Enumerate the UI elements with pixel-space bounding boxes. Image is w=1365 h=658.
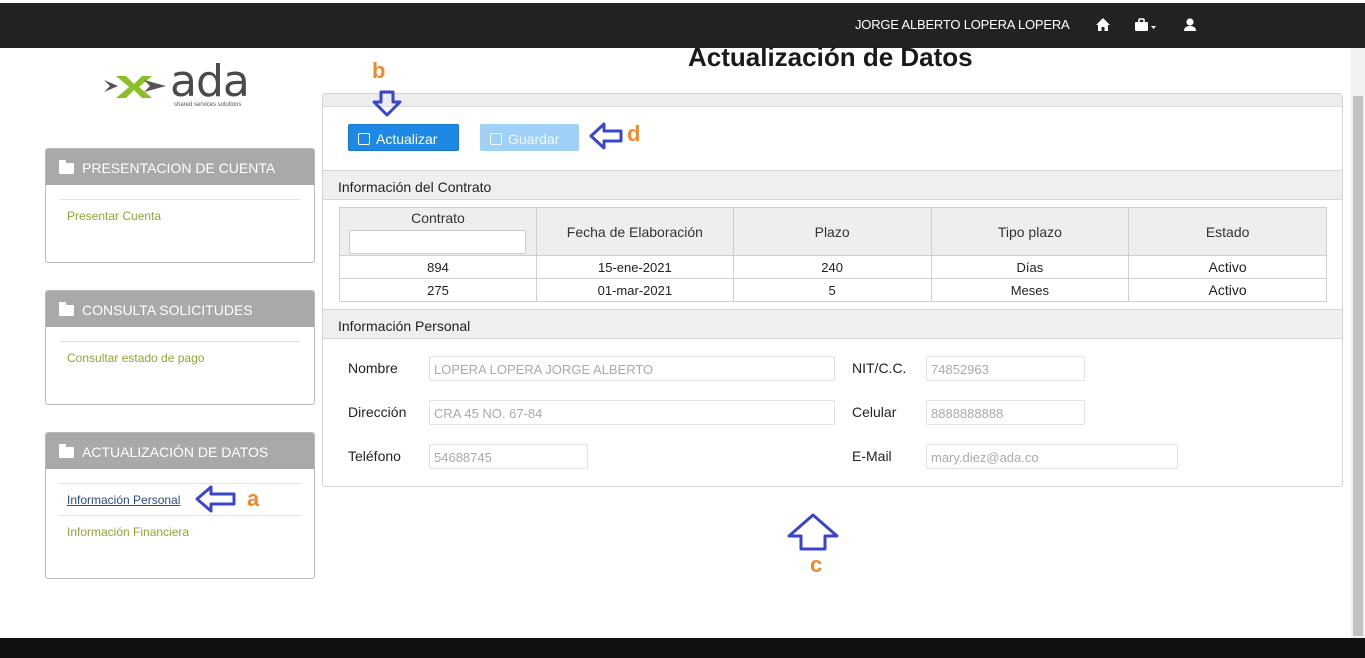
home-icon[interactable] [1094,16,1112,34]
main-panel: Actualizar Guardar Información del Contr… [322,93,1343,487]
table-cell: Activo [1128,278,1327,302]
table-cell: 240 [732,255,932,279]
table-row[interactable]: 275 01-mar-2021 5 Meses Activo [339,278,1327,302]
edit-icon [358,133,370,145]
address-field[interactable]: CRA 45 NO. 67-84 [429,400,835,425]
nit-field[interactable]: 74852963 [926,356,1085,381]
logo-tagline: shared services solutions [174,102,242,108]
page-title: Actualización de Datos [688,42,973,72]
phone-field[interactable]: 54688745 [429,444,588,469]
sidebar-link-consultar-pago[interactable]: Consultar estado de pago [60,341,300,373]
user-name[interactable]: JORGE ALBERTO LOPERA LOPERA [855,17,1070,32]
column-header: Tipo plazo [930,207,1130,256]
panel-presentacion: PRESENTACION DE CUENTA Presentar Cuenta [45,148,315,263]
sidebar-link-presentar-cuenta[interactable]: Presentar Cuenta [60,199,300,231]
name-label: Nombre [348,360,398,376]
update-label: Actualizar [376,131,438,147]
contract-section-header: Información del Contrato [323,170,1342,200]
table-cell: Días [930,255,1130,279]
arrow-down-icon [372,90,402,117]
table-cell: 275 [339,278,537,302]
vertical-scrollbar[interactable] [1351,48,1365,638]
table-row[interactable]: 894 15-ene-2021 240 Días Activo [339,255,1327,279]
scrollbar-thumb[interactable] [1353,96,1363,636]
table-cell: Meses [930,278,1130,302]
ada-logo: ada shared services solutions [104,56,264,112]
logo-word: ada [170,56,250,107]
column-header: Plazo [732,207,932,256]
panel-title: CONSULTA SOLICITUDES [82,302,253,318]
panel-header[interactable]: CONSULTA SOLICITUDES [46,291,314,327]
floppy-disk-icon [490,133,502,145]
sidebar-link-informacion-financiera[interactable]: Información Financiera [60,515,300,547]
name-field[interactable]: LOPERA LOPERA JORGE ALBERTO [429,356,835,381]
user-icon[interactable] [1181,16,1199,34]
table-cell: 5 [732,278,932,302]
mobile-label: Celular [852,404,897,420]
annotation-b: b [372,58,386,83]
bottom-bar [0,638,1365,658]
column-header: Estado [1128,207,1327,256]
personal-section-header: Información Personal [323,309,1342,339]
screen: { "navbar": { "user_name": "JORGE ALBERT… [0,0,1365,658]
column-header: Contrato [339,207,537,256]
save-button[interactable]: Guardar [480,124,579,151]
arrow-left-icon [589,122,623,150]
panel-actualizacion: ACTUALIZACIÓN DE DATOS Información Perso… [45,432,315,579]
nit-label: NIT/C.C. [852,360,907,376]
update-button[interactable]: Actualizar [348,124,459,151]
email-label: E-Mail [852,448,892,464]
save-label: Guardar [508,131,560,147]
table-cell: Activo [1128,255,1327,279]
annotation-d: d [627,121,641,146]
phone-label: Teléfono [348,448,401,464]
arrow-left-icon [195,485,236,513]
panel-title: ACTUALIZACIÓN DE DATOS [82,444,269,460]
folder-icon [59,160,74,174]
annotation-c: c [810,552,823,577]
folder-icon [59,302,74,316]
table-cell: 01-mar-2021 [535,278,734,302]
top-navbar: JORGE ALBERTO LOPERA LOPERA [0,0,1365,48]
address-label: Dirección [348,404,407,420]
mobile-field[interactable]: 8888888888 [926,400,1085,425]
sidebar-link-informacion-personal[interactable]: Información Personal [60,483,300,515]
column-header: Fecha de Elaboración [535,207,734,256]
table-cell: 15-ene-2021 [535,255,734,279]
contract-table: Contrato Fecha de Elaboración Plazo Tipo… [339,207,1327,302]
column-header-label: Contrato [411,209,465,226]
arrow-up-icon [787,513,839,551]
panel-top-strip [323,94,1342,107]
annotation-a: a [247,486,260,511]
briefcase-icon[interactable] [1133,16,1159,34]
panel-header[interactable]: ACTUALIZACIÓN DE DATOS [46,433,314,469]
contract-filter-input[interactable] [349,229,527,254]
folder-icon [59,444,74,458]
table-cell: 894 [339,255,537,279]
panel-title: PRESENTACION DE CUENTA [82,160,276,176]
panel-header[interactable]: PRESENTACION DE CUENTA [46,149,314,185]
logo-mark-icon [104,76,166,98]
email-field[interactable]: mary.diez@ada.co [926,444,1178,469]
panel-consulta: CONSULTA SOLICITUDES Consultar estado de… [45,290,315,405]
